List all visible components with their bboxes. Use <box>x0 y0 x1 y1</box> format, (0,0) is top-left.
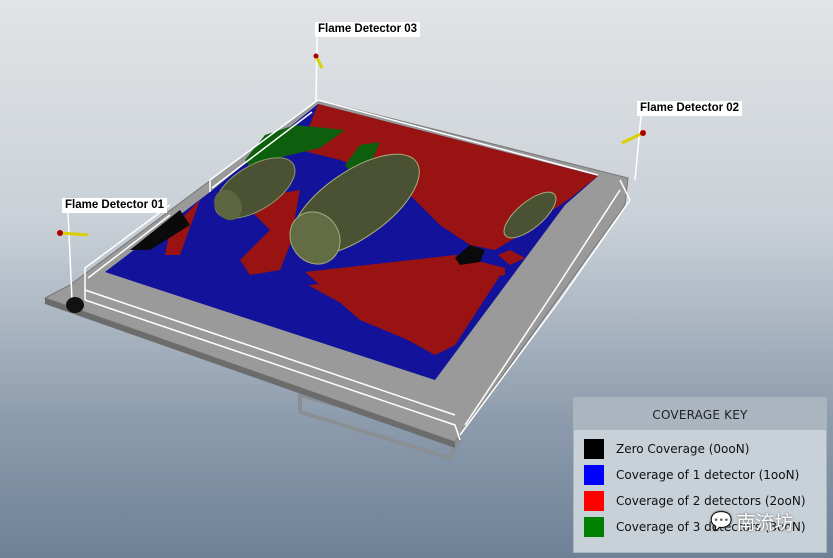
legend-label: Zero Coverage (0ooN) <box>616 442 750 456</box>
beacon-icon <box>66 297 84 313</box>
detector-label-01[interactable]: Flame Detector 01 <box>62 198 168 213</box>
detector-label-02[interactable]: Flame Detector 02 <box>637 101 743 116</box>
swatch-1 <box>584 465 604 485</box>
legend-title: COVERAGE KEY <box>574 398 826 430</box>
legend-item: Zero Coverage (0ooN) <box>574 436 826 462</box>
swatch-zero <box>584 439 604 459</box>
detector-label-03[interactable]: Flame Detector 03 <box>315 22 421 37</box>
flame-detector-02-icon <box>621 130 646 145</box>
flame-detector-03-icon <box>313 53 324 69</box>
watermark: 💬 南流坊 <box>710 508 793 535</box>
watermark-text: 南流坊 <box>736 512 794 534</box>
legend-item: Coverage of 1 detector (1ooN) <box>574 462 826 488</box>
legend-label: Coverage of 1 detector (1ooN) <box>616 468 800 482</box>
legend-label: Coverage of 2 detectors (2ooN) <box>616 494 806 508</box>
swatch-3 <box>584 517 604 537</box>
swatch-2 <box>584 491 604 511</box>
flame-detector-01-icon <box>57 230 89 237</box>
wechat-icon: 💬 <box>710 511 733 532</box>
